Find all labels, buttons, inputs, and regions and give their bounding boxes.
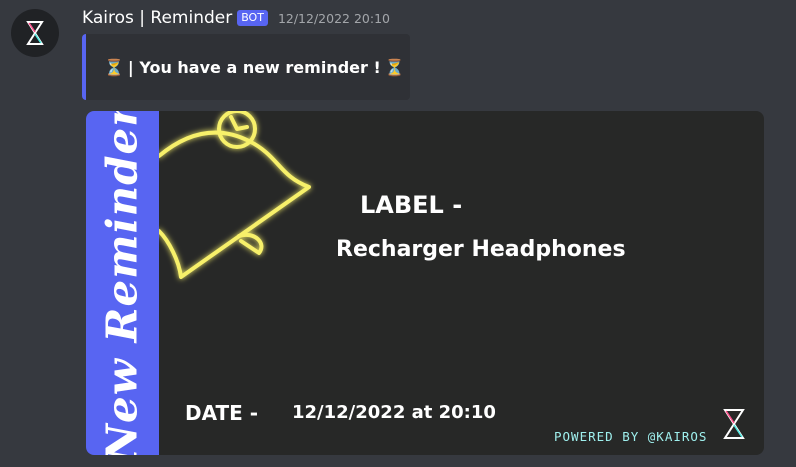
powered-by-text: POWERED BY @KAIROS (554, 429, 708, 444)
embed-text-row: ⏳ | You have a new reminder ! ⏳ (104, 58, 405, 77)
card-side-stripe: New Reminder (86, 111, 159, 455)
reminder-embed: ⏳ | You have a new reminder ! ⏳ (82, 34, 410, 100)
avatar[interactable] (11, 9, 59, 57)
kairos-logo-icon (723, 409, 745, 439)
bot-badge: BOT (237, 10, 268, 26)
stripe-title: New Reminder (97, 111, 147, 455)
date-heading: DATE - (185, 401, 259, 425)
hourglass-logo-icon (26, 21, 44, 45)
label-heading: LABEL - (360, 191, 463, 219)
date-value: 12/12/2022 at 20:10 (292, 402, 496, 423)
message-timestamp: 12/12/2022 20:10 (277, 10, 390, 26)
label-value: Recharger Headphones (336, 237, 626, 262)
message-header: Kairos | Reminder BOT 12/12/2022 20:10 (82, 6, 390, 30)
embed-text: | You have a new reminder ! (127, 57, 381, 77)
reminder-image-card[interactable]: New Reminder LABEL - Recharger Headphone… (86, 111, 764, 455)
hourglass-icon: ⏳ (104, 57, 124, 77)
hourglass-icon: ⏳ (384, 57, 405, 77)
username[interactable]: Kairos | Reminder (82, 8, 232, 28)
chat-message: Kairos | Reminder BOT 12/12/2022 20:10 ⏳… (0, 0, 796, 467)
